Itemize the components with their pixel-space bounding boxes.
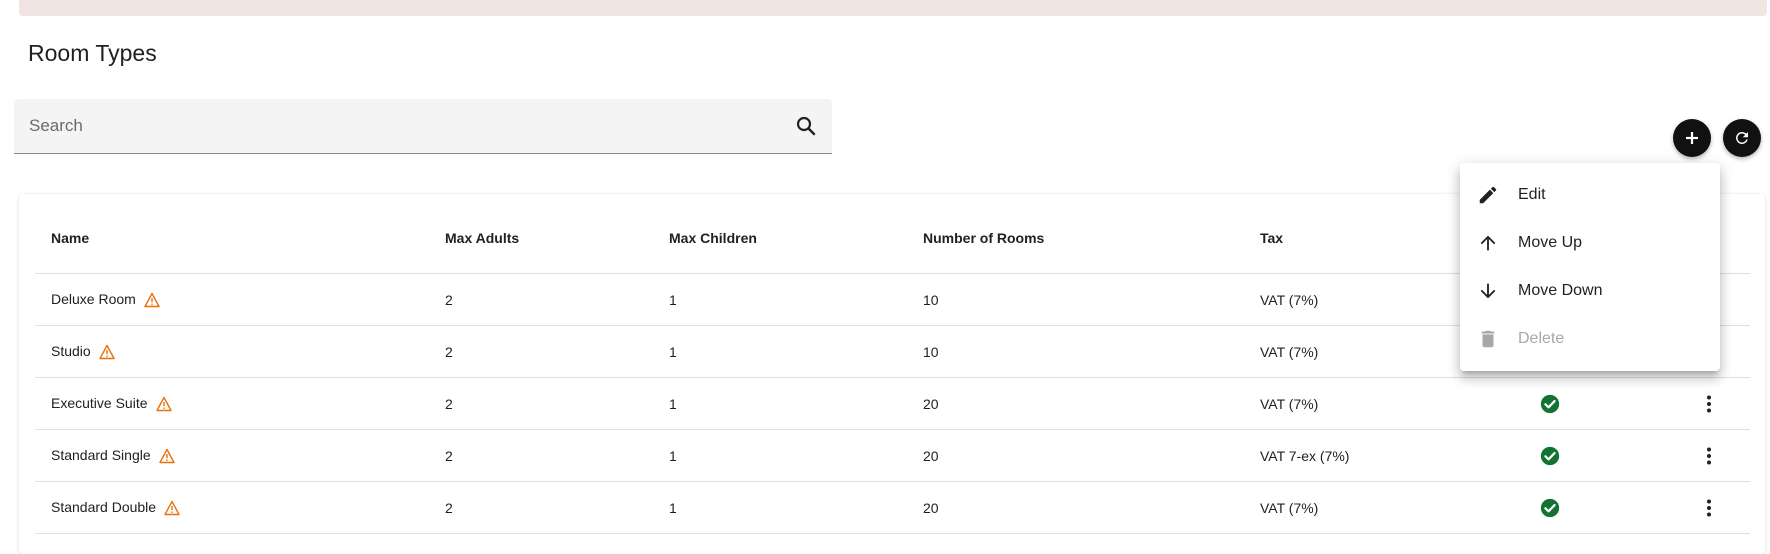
warning-triangle-icon — [155, 396, 172, 412]
header-max-children[interactable]: Max Children — [653, 194, 907, 274]
menu-item-label: Move Down — [1518, 282, 1603, 299]
header-number-of-rooms[interactable]: Number of Rooms — [907, 194, 1244, 274]
cell-number-of-rooms: 20 — [907, 429, 1244, 482]
cell-max-children: 1 — [653, 481, 907, 534]
menu-item-edit[interactable]: Edit — [1460, 171, 1720, 219]
menu-item-label: Move Up — [1518, 234, 1583, 251]
more-vertical-icon[interactable] — [1697, 392, 1721, 416]
cell-status — [1511, 377, 1678, 430]
cell-name: Standard Single — [35, 429, 429, 482]
cell-name: Deluxe Room — [35, 273, 429, 326]
warning-triangle-icon — [99, 344, 115, 360]
trash-icon — [1481, 330, 1495, 348]
table-row[interactable]: Executive Suite 2 1 20 VAT (7%) — [35, 377, 1750, 430]
warning-triangle-icon — [144, 292, 160, 308]
cell-max-adults: 2 — [429, 429, 653, 482]
menu-item-move-down[interactable]: Move Down — [1460, 267, 1720, 315]
add-room-type-button[interactable] — [1673, 119, 1711, 157]
cell-tax: VAT (7%) — [1244, 481, 1511, 534]
cell-max-adults: 2 — [429, 377, 653, 430]
search-input[interactable] — [29, 99, 769, 153]
arrow-down-icon — [1480, 283, 1496, 299]
menu-item-label: Edit — [1518, 186, 1546, 203]
cell-name: Studio — [35, 325, 429, 378]
cell-max-children: 1 — [653, 273, 907, 326]
pencil-icon — [1479, 186, 1497, 204]
cell-name: Executive Suite — [35, 377, 429, 430]
check-circle-icon — [1540, 446, 1560, 465]
warning-triangle-icon — [158, 448, 175, 464]
cell-status — [1511, 429, 1678, 482]
search-icon[interactable] — [794, 114, 818, 138]
refresh-button[interactable] — [1723, 119, 1761, 157]
search-field[interactable] — [14, 99, 832, 154]
cell-actions[interactable] — [1678, 429, 1750, 482]
room-type-name: Standard Double — [51, 498, 157, 515]
cell-max-children: 1 — [653, 325, 907, 378]
refresh-icon — [1736, 132, 1748, 144]
table-row[interactable]: Standard Single 2 1 20 VAT 7-ex (7%) — [35, 429, 1750, 482]
row-context-menu: Edit Move Up Move Down Delete — [1460, 163, 1720, 371]
cell-max-adults: 2 — [429, 481, 653, 534]
cell-tax: VAT (7%) — [1244, 377, 1511, 430]
room-type-name: Standard Single — [51, 446, 151, 463]
menu-item-label: Delete — [1518, 330, 1565, 347]
cell-max-adults: 2 — [429, 273, 653, 326]
check-circle-icon — [1540, 394, 1560, 413]
cell-tax: VAT 7-ex (7%) — [1244, 429, 1511, 482]
room-type-name: Studio — [51, 342, 91, 359]
cell-max-adults: 2 — [429, 325, 653, 378]
top-banner — [19, 0, 1767, 16]
cell-actions[interactable] — [1678, 481, 1750, 534]
menu-item-delete: Delete — [1460, 315, 1720, 363]
room-type-name: Executive Suite — [51, 394, 148, 411]
cell-name: Standard Double — [35, 481, 429, 534]
header-name[interactable]: Name — [35, 194, 429, 274]
cell-status — [1511, 481, 1678, 534]
cell-actions[interactable] — [1678, 377, 1750, 430]
more-vertical-icon[interactable] — [1697, 496, 1721, 520]
table-row[interactable]: Standard Double 2 1 20 VAT (7%) — [35, 481, 1750, 534]
more-vertical-icon[interactable] — [1697, 444, 1721, 468]
page-title: Room Types — [28, 40, 157, 66]
menu-item-move-up[interactable]: Move Up — [1460, 219, 1720, 267]
check-circle-icon — [1540, 498, 1560, 517]
cell-number-of-rooms: 20 — [907, 377, 1244, 430]
warning-triangle-icon — [164, 500, 180, 516]
cell-number-of-rooms: 10 — [907, 273, 1244, 326]
cell-number-of-rooms: 10 — [907, 325, 1244, 378]
header-max-adults[interactable]: Max Adults — [429, 194, 653, 274]
arrow-up-icon — [1480, 235, 1496, 251]
cell-number-of-rooms: 20 — [907, 481, 1244, 534]
room-type-name: Deluxe Room — [51, 290, 136, 307]
plus-icon — [1686, 132, 1698, 144]
cell-max-children: 1 — [653, 429, 907, 482]
cell-max-children: 1 — [653, 377, 907, 430]
